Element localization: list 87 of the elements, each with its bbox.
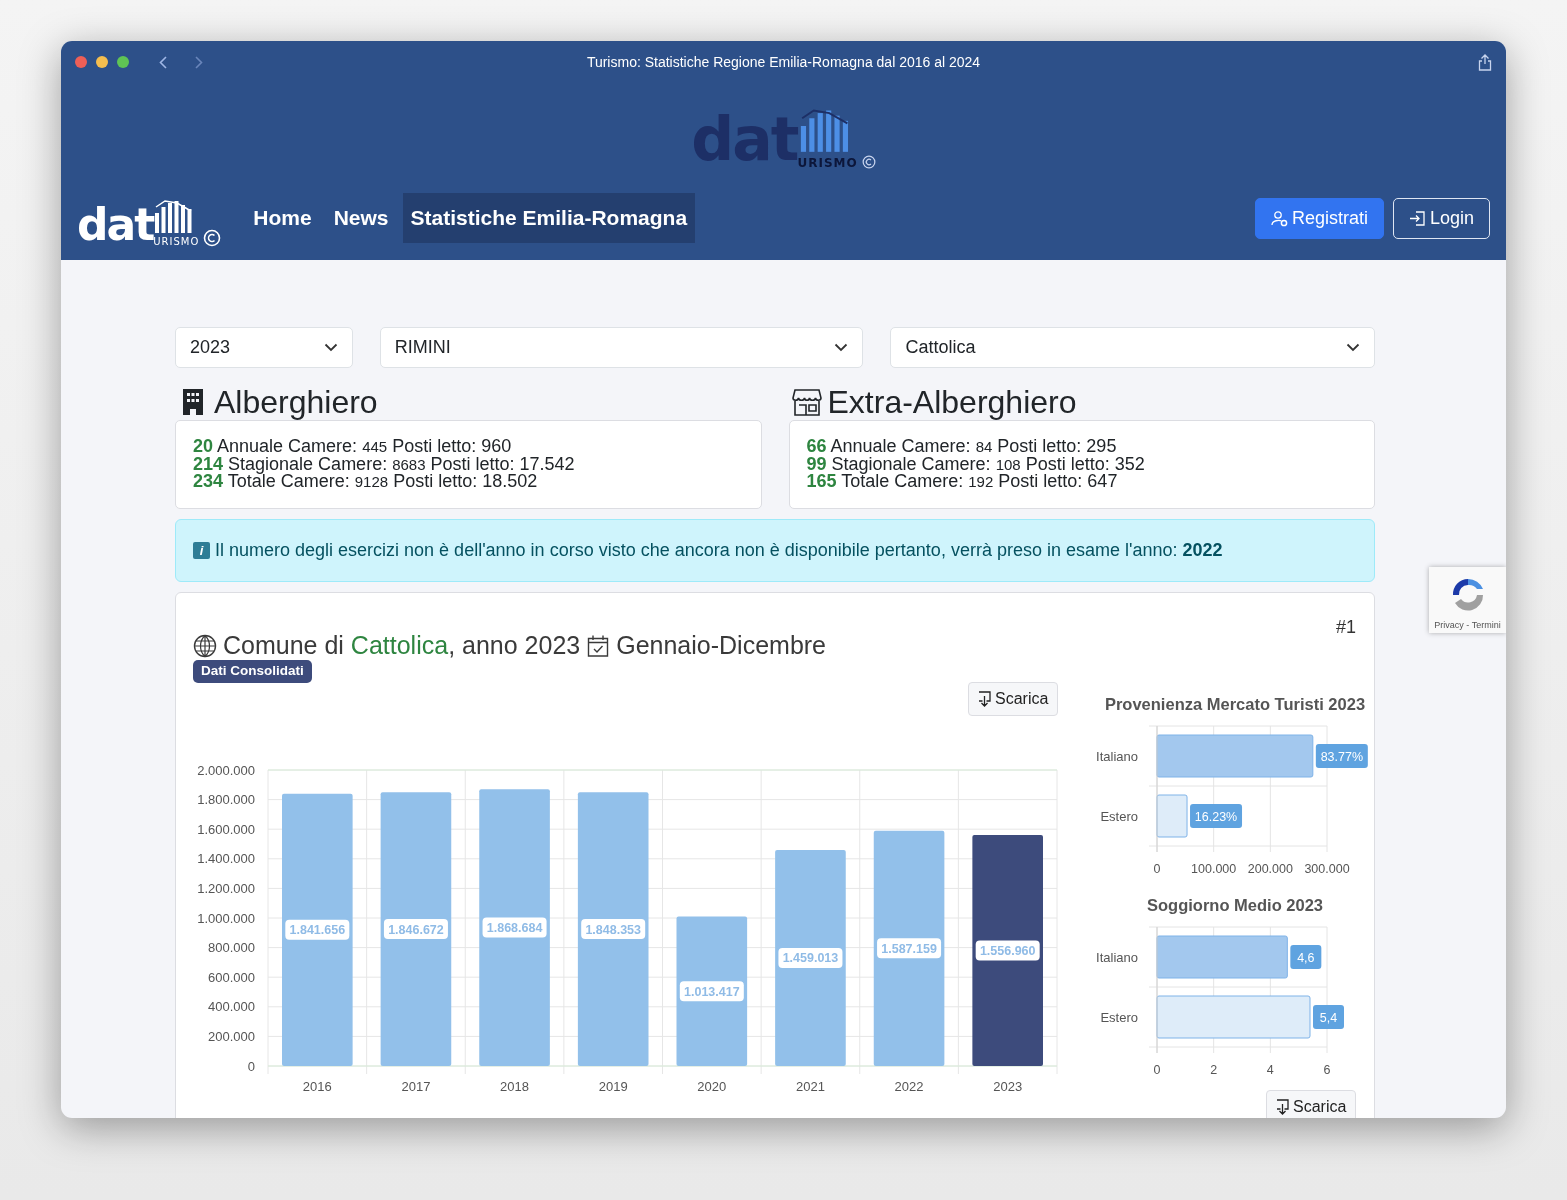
stats-line: 99 Stagionale Camere: 108 Posti letto: 352 [806, 455, 1146, 473]
nav-link[interactable]: Home [245, 193, 320, 243]
axis-tick-label: 0 [1153, 1063, 1161, 1077]
axis-tick-label: 2019 [598, 1079, 628, 1094]
login-button[interactable]: Login [1392, 197, 1490, 239]
globe-icon [193, 633, 217, 658]
forward-icon[interactable] [195, 55, 203, 69]
axis-tick-label: 1.200.000 [197, 880, 255, 896]
axis-tick-label: 200.000 [1247, 862, 1293, 876]
axis-tick-label: Estero [1100, 808, 1138, 824]
chart-title: Provenienza Mercato Turisti 2023 [1104, 698, 1366, 713]
axis-tick-label: 300.000 [1304, 862, 1350, 876]
nav-link[interactable]: News [325, 193, 397, 243]
info-icon: i [193, 542, 210, 559]
axis-tick-label: 2.000.000 [197, 762, 255, 778]
section-heading: Alberghiero [214, 383, 378, 422]
axis-tick-label: 2017 [401, 1079, 431, 1094]
axis-tick-label: Estero [1100, 1009, 1138, 1025]
axis-tick-label: 1.000.000 [197, 910, 255, 926]
section-heading: Extra-Alberghiero [827, 383, 1077, 422]
value-label: 16.23% [1190, 804, 1243, 828]
axis-tick-label: 400.000 [208, 999, 255, 1015]
value-label: 1.587.159 [877, 938, 942, 959]
stats-line: 20 Annuale Camere: 445 Posti letto: 960 [193, 438, 513, 456]
user-gear-icon [1270, 209, 1288, 227]
axis-tick-label: 2023 [993, 1079, 1023, 1094]
value-label: 4,6 [1290, 945, 1322, 969]
value-label: 1.848.353 [581, 919, 646, 940]
download-button[interactable]: Scarica [1266, 1090, 1357, 1118]
stats-line: 214 Stagionale Camere: 8683 Posti letto: 17.542 [193, 455, 576, 473]
minimize-button[interactable] [96, 56, 108, 68]
axis-tick-label: 0 [247, 1058, 255, 1074]
select-field[interactable]: RIMINI [379, 327, 864, 368]
stats-line: 234 Totale Camere: 9128 Posti letto: 18.502 [193, 473, 539, 491]
axis-tick-label: 1.800.000 [197, 792, 255, 808]
axis-tick-label: 2 [1210, 1063, 1218, 1077]
axis-tick-label: 100.000 [1191, 862, 1237, 876]
close-button[interactable] [75, 56, 87, 68]
axis-tick-label: 0 [1153, 862, 1161, 876]
download-icon [978, 691, 991, 707]
axis-tick-label: 1.600.000 [197, 821, 255, 837]
axis-tick-label: 2021 [796, 1079, 825, 1094]
axis-tick-label: 1.400.000 [197, 851, 255, 867]
stats-line: 165 Totale Camere: 192 Posti letto: 647 [806, 473, 1119, 491]
shop-icon [791, 387, 822, 417]
axis-tick-label: 4 [1266, 1063, 1274, 1077]
select-field[interactable]: Cattolica [890, 327, 1375, 368]
download-button[interactable]: Scarica [968, 682, 1059, 716]
status-badge: Dati Consolidati [193, 660, 312, 683]
chart-title: Comune di Cattolica, anno 2023 [223, 630, 581, 661]
bar [1156, 794, 1188, 838]
value-label: 5,4 [1313, 1005, 1344, 1029]
axis-tick-label: 800.000 [208, 940, 255, 956]
select-field[interactable]: 2023 [175, 327, 353, 368]
zoom-button[interactable] [117, 56, 129, 68]
axis-tick-label: 2022 [894, 1079, 924, 1094]
alert-text: Il numero degli esercizi non è dell'anno in corso visto che ancora non è disponibile pertanto, verrà preso in esame l'anno: 2022 [215, 539, 1223, 562]
axis-tick-label: 600.000 [208, 969, 255, 985]
calendar-check-icon [586, 633, 611, 658]
chart-title: Soggiorno Medio 2023 [1147, 899, 1323, 914]
chevron-down-icon [323, 343, 338, 352]
axis-tick-label: 6 [1323, 1063, 1331, 1077]
period-label: Gennaio-Dicembre [616, 630, 827, 661]
axis-tick-label: 200.000 [208, 1028, 255, 1044]
value-label: 83.77% [1315, 744, 1368, 768]
axis-tick-label: Italiano [1096, 949, 1138, 965]
chevron-down-icon [834, 343, 849, 352]
axis-tick-label: 2020 [697, 1079, 727, 1094]
share-icon[interactable] [1478, 53, 1492, 71]
value-label: 1.846.672 [383, 919, 448, 940]
chevron-down-icon [1346, 343, 1360, 352]
enter-icon [1408, 209, 1426, 227]
recaptcha-links[interactable]: Privacy - Termini [1434, 619, 1501, 633]
axis-tick-label: 2016 [302, 1079, 332, 1094]
download-icon [1276, 1099, 1289, 1115]
axis-tick-label: 2018 [500, 1079, 529, 1094]
register-button[interactable]: Registrati [1254, 197, 1384, 239]
nav-link[interactable]: Statistiche Emilia-Romagna [402, 193, 696, 243]
back-icon[interactable] [159, 55, 167, 69]
window-title: Turismo: Statistiche Regione Emilia-Romagna dal 2016 al 2024 [586, 52, 981, 72]
value-label: 1.013.417 [679, 981, 744, 1002]
axis-tick-label: Italiano [1096, 748, 1138, 764]
copyright-icon [203, 229, 222, 247]
chart-number: #1 [1335, 616, 1356, 639]
logo[interactable]: datURISMO [77, 189, 200, 247]
copyright-icon [861, 155, 876, 169]
stats-line: 66 Annuale Camere: 84 Posti letto: 295 [806, 438, 1118, 456]
